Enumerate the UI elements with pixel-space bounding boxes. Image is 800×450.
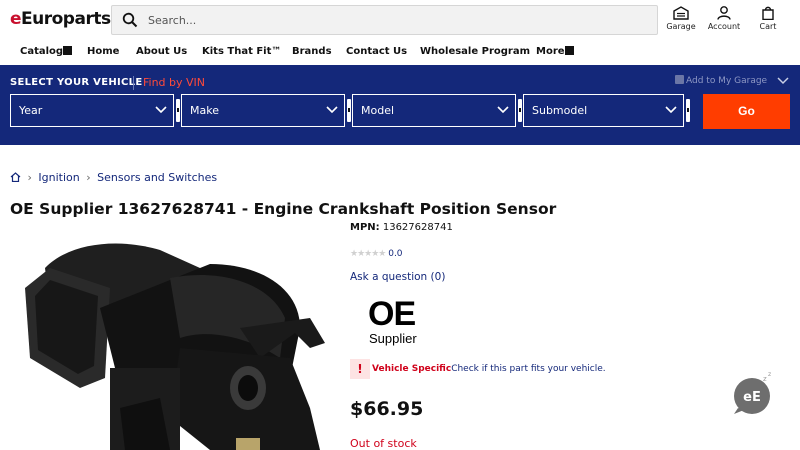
vehicle-selector: SELECT YOUR VEHICLE Find by VIN Add to M… bbox=[0, 65, 800, 145]
find-by-vin-link[interactable]: Find by VIN bbox=[143, 76, 205, 89]
cart-icon bbox=[762, 6, 774, 20]
home-icon[interactable] bbox=[10, 172, 21, 183]
main-nav: Catalog Home About Us Kits That Fit™ Bra… bbox=[0, 40, 800, 65]
top-header: eEuroparts Garage Account Cart bbox=[0, 0, 800, 40]
account-label: Account bbox=[707, 22, 741, 31]
breadcrumb-separator: › bbox=[86, 171, 91, 184]
svg-text:z: z bbox=[763, 375, 767, 383]
nav-item-kits-that-fit[interactable]: Kits That Fit™ bbox=[202, 46, 281, 57]
cart-label: Cart bbox=[759, 22, 777, 31]
rating-value: 0.0 bbox=[388, 249, 403, 259]
go-button[interactable]: Go bbox=[703, 94, 790, 129]
year-select[interactable]: Year bbox=[10, 94, 174, 127]
breadcrumb-item-ignition[interactable]: Ignition bbox=[38, 171, 79, 184]
search-bar[interactable] bbox=[111, 5, 658, 35]
checkbox-icon bbox=[675, 75, 684, 84]
dropdown-icon bbox=[564, 46, 574, 55]
nav-item-wholesale-program[interactable]: Wholesale Program bbox=[420, 46, 530, 57]
svg-text:z: z bbox=[768, 371, 771, 378]
ask-question-link[interactable]: Ask a question (0) bbox=[350, 271, 445, 283]
submodel-select[interactable]: Submodel bbox=[523, 94, 684, 127]
vehicle-specific-notice[interactable]: ! Vehicle SpecificCheck if this part fits… bbox=[350, 359, 606, 379]
chevron-down-icon bbox=[665, 106, 677, 114]
chevron-down-icon bbox=[155, 106, 167, 114]
add-to-garage-checkbox[interactable]: Add to My Garage bbox=[675, 75, 767, 86]
select-spinner bbox=[684, 94, 692, 127]
nav-item-about-us[interactable]: About Us bbox=[136, 46, 187, 57]
nav-item-home[interactable]: Home bbox=[87, 46, 119, 57]
model-select[interactable]: Model bbox=[352, 94, 516, 127]
nav-item-catalog[interactable]: Catalog bbox=[20, 46, 73, 57]
nav-item-brands[interactable]: Brands bbox=[292, 46, 332, 57]
nav-item-more[interactable]: More bbox=[536, 46, 574, 57]
garage-label: Garage bbox=[666, 22, 696, 31]
vehicle-selector-title: SELECT YOUR VEHICLE bbox=[10, 77, 143, 88]
collapse-chevron-icon[interactable] bbox=[777, 76, 789, 86]
search-input[interactable] bbox=[148, 10, 648, 30]
nav-item-contact-us[interactable]: Contact Us bbox=[346, 46, 407, 57]
site-logo[interactable]: eEuroparts bbox=[10, 9, 111, 29]
stock-status: Out of stock bbox=[350, 437, 417, 450]
dropdown-icon bbox=[63, 46, 73, 55]
mpn: MPN: 13627628741 bbox=[350, 222, 453, 233]
cart-button[interactable]: Cart bbox=[743, 6, 793, 31]
breadcrumb-separator: › bbox=[27, 171, 32, 184]
warning-icon: ! bbox=[350, 359, 370, 379]
star-icons: ★★★★★ bbox=[350, 249, 386, 259]
garage-icon bbox=[673, 6, 689, 20]
chevron-down-icon bbox=[326, 106, 338, 114]
divider bbox=[133, 76, 134, 90]
product-price: $66.95 bbox=[350, 398, 424, 420]
breadcrumb: › Ignition › Sensors and Switches bbox=[10, 171, 217, 184]
chat-bot-icon[interactable]: eE z z bbox=[730, 370, 780, 415]
fitment-check-link[interactable]: Check if this part fits your vehicle. bbox=[451, 364, 605, 374]
chevron-down-icon bbox=[497, 106, 509, 114]
account-button[interactable]: Account bbox=[699, 6, 749, 31]
product-title: OE Supplier 13627628741 - Engine Cranksh… bbox=[10, 200, 557, 218]
user-icon bbox=[717, 6, 731, 20]
make-select[interactable]: Make bbox=[181, 94, 345, 127]
vehicle-specific-label: Vehicle Specific bbox=[372, 364, 452, 374]
product-image[interactable] bbox=[10, 228, 340, 450]
chat-label: eE bbox=[743, 390, 761, 405]
breadcrumb-item-sensors[interactable]: Sensors and Switches bbox=[97, 171, 217, 184]
rating[interactable]: ★★★★★ 0.0 bbox=[350, 249, 403, 259]
search-icon[interactable] bbox=[122, 12, 138, 28]
brand-logo[interactable]: OE Supplier bbox=[360, 295, 440, 347]
